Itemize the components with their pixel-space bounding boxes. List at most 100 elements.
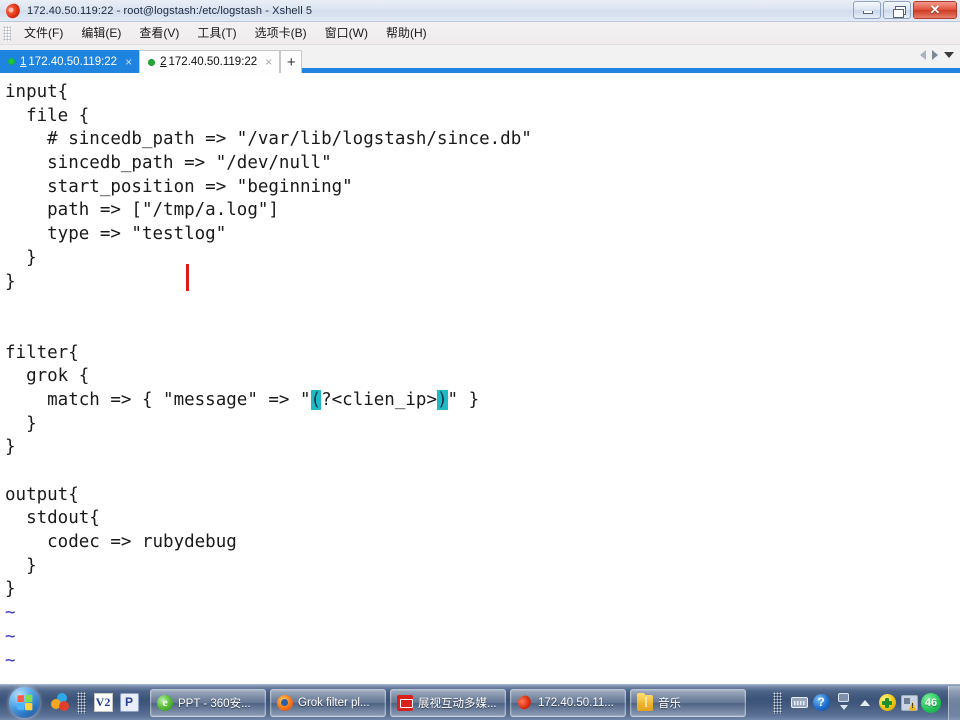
terminal-line: # sincedb_path => "/var/lib/logstash/sin… bbox=[5, 128, 960, 152]
tab-label-2: 172.40.50.119:22 bbox=[168, 56, 258, 68]
menu-item-help[interactable]: 帮助(H) bbox=[377, 21, 436, 45]
tray-grip-handle[interactable] bbox=[773, 691, 782, 714]
update-plus-icon[interactable] bbox=[876, 689, 898, 717]
menu-item-window[interactable]: 窗口(W) bbox=[316, 21, 377, 45]
tab-close-icon-2[interactable]: × bbox=[265, 56, 272, 68]
taskbar-button-ppt[interactable]: PPT - 360安... bbox=[150, 688, 266, 717]
terminal-line: input{ bbox=[5, 81, 960, 105]
terminal-text-run: file { bbox=[5, 105, 90, 126]
vim-empty-line-marker: ~ bbox=[5, 626, 16, 647]
terminal-line: sincedb_path => "/dev/null" bbox=[5, 152, 960, 176]
terminal-text-run: } bbox=[5, 413, 37, 434]
action-center-icon[interactable] bbox=[898, 689, 920, 717]
vim-empty-line-marker: ~ bbox=[5, 650, 16, 671]
taskbar-button-xshell[interactable]: 172.40.50.11... bbox=[510, 688, 626, 717]
tab-scroll-left-icon[interactable] bbox=[920, 50, 926, 60]
terminal-line: } bbox=[5, 413, 960, 437]
menu-grip-handle[interactable] bbox=[3, 25, 11, 41]
terminal-text-run: } bbox=[5, 437, 16, 458]
360-safe-icon[interactable] bbox=[47, 688, 73, 718]
terminal-text-run: filter{ bbox=[5, 342, 79, 363]
terminal-text-run: start_position => "beginning" bbox=[5, 176, 353, 197]
menu-bar: 文件(F) 编辑(E) 查看(V) 工具(T) 选项卡(B) 窗口(W) 帮助(… bbox=[0, 22, 960, 45]
taskbar-button-zhanshi[interactable]: 展视互动多媒... bbox=[390, 688, 506, 717]
terminal-text-run: input{ bbox=[5, 82, 69, 102]
powerpoint-label: P bbox=[119, 693, 139, 712]
terminal-line: filter{ bbox=[5, 342, 960, 366]
notification-count: 46 bbox=[921, 692, 941, 713]
terminal-line: path => ["/tmp/a.log"] bbox=[5, 199, 960, 223]
restore-button[interactable] bbox=[883, 1, 911, 19]
window-title: 172.40.50.119:22 - root@logstash:/etc/lo… bbox=[27, 4, 313, 17]
close-icon: ✕ bbox=[929, 2, 941, 17]
terminal-line: } bbox=[5, 247, 960, 271]
terminal-line: grok { bbox=[5, 365, 960, 389]
minimize-button[interactable] bbox=[853, 1, 881, 19]
vmware-label: V2 bbox=[93, 693, 113, 712]
terminal-text-run: codec => rubydebug bbox=[5, 532, 237, 553]
terminal-text-run: } bbox=[5, 247, 37, 268]
tab-session-2[interactable]: 2 172.40.50.119:22 × bbox=[139, 50, 281, 73]
terminal-selection: ) bbox=[437, 389, 448, 410]
folder-icon bbox=[637, 692, 653, 711]
terminal-text-run: ?<clien_ip> bbox=[321, 389, 437, 410]
terminal-text-run: } bbox=[5, 579, 16, 600]
zhanshi-icon bbox=[397, 694, 413, 711]
terminal-text-run: output{ bbox=[5, 484, 79, 505]
terminal-text-run: path => ["/tmp/a.log"] bbox=[5, 200, 279, 221]
tab-scroll-right-icon[interactable] bbox=[932, 50, 938, 60]
menu-item-edit[interactable]: 编辑(E) bbox=[72, 21, 130, 45]
menu-item-file[interactable]: 文件(F) bbox=[15, 21, 72, 45]
tab-index-1: 1 bbox=[20, 55, 27, 68]
xshell-icon bbox=[517, 695, 533, 711]
terminal-line: ~ bbox=[5, 650, 960, 674]
quicklaunch-grip-handle[interactable] bbox=[77, 691, 86, 714]
taskbar-button-music[interactable]: 音乐 bbox=[630, 688, 746, 717]
terminal-line: stdout{ bbox=[5, 507, 960, 531]
terminal-text-run: } bbox=[5, 555, 37, 576]
keyboard-icon[interactable] bbox=[788, 689, 810, 717]
terminal-line: ~ bbox=[5, 602, 960, 626]
tab-navigation bbox=[920, 50, 954, 60]
system-tray: ? 46 bbox=[769, 686, 944, 720]
terminal-selection: ( bbox=[310, 389, 322, 410]
terminal-line: } bbox=[5, 271, 960, 295]
terminal-text-run: } bbox=[5, 271, 16, 292]
connection-status-icon bbox=[148, 58, 156, 66]
terminal-pane[interactable]: input{ file { # sincedb_path => "/var/li… bbox=[0, 78, 960, 684]
notification-count-badge[interactable]: 46 bbox=[920, 689, 942, 717]
session-tab-bar: 1 172.40.50.119:22 × 2 172.40.50.119:22 … bbox=[0, 45, 960, 73]
menu-item-tools[interactable]: 工具(T) bbox=[188, 21, 245, 45]
terminal-line: } bbox=[5, 555, 960, 579]
new-tab-button[interactable]: + bbox=[280, 50, 303, 73]
taskbar-label: 172.40.50.11... bbox=[538, 696, 614, 709]
terminal-line: output{ bbox=[5, 484, 960, 508]
tab-index-2: 2 bbox=[160, 56, 167, 68]
window-title-bar[interactable]: 172.40.50.119:22 - root@logstash:/etc/lo… bbox=[0, 0, 960, 22]
terminal-line: } bbox=[5, 436, 960, 460]
taskbar-button-grok-filter[interactable]: Grok filter pl... bbox=[270, 688, 386, 717]
close-button[interactable]: ✕ bbox=[913, 1, 957, 19]
taskbar-label: Grok filter pl... bbox=[298, 696, 370, 709]
window-controls: ✕ bbox=[853, 1, 957, 19]
terminal-line: codec => rubydebug bbox=[5, 531, 960, 555]
ime-icon[interactable] bbox=[832, 689, 854, 717]
menu-item-view[interactable]: 查看(V) bbox=[130, 21, 188, 45]
taskbar-label: PPT - 360安... bbox=[178, 697, 251, 710]
tab-close-icon-1[interactable]: × bbox=[125, 56, 132, 68]
terminal-text-run: stdout{ bbox=[5, 508, 100, 529]
help-icon[interactable]: ? bbox=[810, 689, 832, 717]
help-glyph: ? bbox=[812, 694, 830, 711]
menu-item-tabs[interactable]: 选项卡(B) bbox=[246, 21, 316, 45]
vmware-icon[interactable]: V2 bbox=[90, 688, 116, 718]
powerpoint-icon[interactable]: P bbox=[116, 688, 142, 718]
tab-session-1[interactable]: 1 172.40.50.119:22 × bbox=[0, 50, 140, 73]
ie-icon bbox=[157, 694, 173, 711]
connection-status-icon bbox=[8, 58, 15, 65]
show-hidden-icons-icon[interactable] bbox=[854, 689, 876, 717]
terminal-line: start_position => "beginning" bbox=[5, 176, 960, 200]
start-button[interactable] bbox=[1, 686, 47, 720]
firefox-icon bbox=[277, 694, 293, 711]
show-desktop-button[interactable] bbox=[948, 685, 960, 720]
tab-list-dropdown-icon[interactable] bbox=[944, 52, 954, 58]
